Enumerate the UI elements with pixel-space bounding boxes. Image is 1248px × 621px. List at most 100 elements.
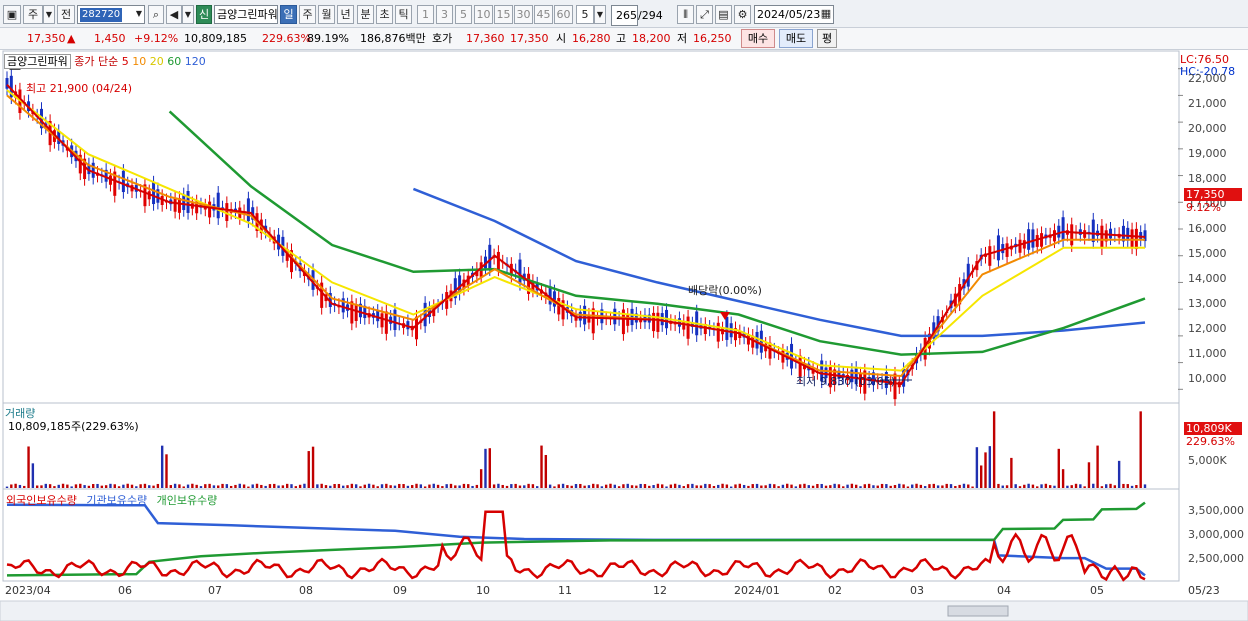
chart-toolbar: ▣ 주 ▼ 전 282720 ▼ ⌕ ◀ ▼ 신 금양그린파워 일 주 월 년 … (0, 0, 1248, 28)
volume-bar (579, 483, 582, 488)
volume-bar (678, 484, 681, 488)
scrollbar-thumb (947, 605, 1009, 617)
tab-tick[interactable]: 틱 (395, 5, 412, 24)
volume-bar (1079, 484, 1082, 488)
interval-1[interactable]: 1 (417, 5, 434, 24)
price-tick: 13,000 (1188, 297, 1227, 310)
speaker-dropdown-icon[interactable]: ▼ (182, 5, 194, 24)
volume-bar (79, 483, 82, 488)
tab-daily[interactable]: 일 (280, 5, 297, 24)
tab-second[interactable]: 초 (376, 5, 393, 24)
volume-bar (1023, 484, 1026, 488)
code-dropdown-icon[interactable]: ▼ (133, 5, 145, 24)
interval-15[interactable]: 15 (494, 5, 513, 24)
price-tick: 18,000 (1188, 172, 1227, 185)
gear-icon[interactable]: ⚙ (734, 5, 751, 24)
volume-bar (329, 485, 332, 488)
interval-30[interactable]: 30 (514, 5, 533, 24)
volume-bar (1048, 485, 1052, 488)
volume-bar (156, 483, 160, 488)
tab-minute[interactable]: 분 (357, 5, 374, 24)
candle-body (1027, 229, 1031, 250)
volume-bar (178, 484, 181, 488)
volume-bar (182, 486, 185, 488)
draw-tool-icon[interactable]: ⤢ (696, 5, 713, 24)
volume-bar (255, 483, 259, 488)
price-panel-frame (2, 50, 1180, 404)
prev-button[interactable]: 전 (57, 5, 75, 24)
x-tick: 02 (828, 584, 842, 597)
interval-3[interactable]: 3 (436, 5, 453, 24)
volume-bar (523, 485, 526, 488)
price-tick: 16,000 (1188, 222, 1227, 235)
volume-bar (53, 486, 56, 488)
volume-bar (70, 486, 73, 488)
volume-bar (148, 485, 151, 488)
candle-body (1057, 225, 1061, 238)
speaker-icon[interactable]: ◀ (166, 5, 182, 24)
volume-bar (592, 483, 595, 488)
interval-60[interactable]: 60 (554, 5, 573, 24)
candle-body (1130, 229, 1134, 248)
holding-tick: 3,500,000 (1188, 504, 1244, 517)
ma-legend-prefix: 종가 단순 (74, 55, 119, 68)
price-legend: 금양그린파워 종가 단순 5 10 20 60 120 (4, 53, 206, 69)
save-icon[interactable]: ▤ (715, 5, 732, 24)
stock-title: 금양그린파워 (4, 54, 71, 69)
candle-body (591, 308, 595, 334)
volume-bar (350, 483, 354, 488)
evaluate-button[interactable]: 평 (817, 29, 837, 48)
high-label: 고 (616, 32, 627, 45)
calendar-icon[interactable]: ▦ (818, 5, 834, 24)
candle-body (423, 302, 427, 327)
price-tick: 11,000 (1188, 347, 1227, 360)
price-tick: 22,000 (1188, 72, 1227, 85)
interval-5[interactable]: 5 (455, 5, 472, 24)
volume-bar (35, 485, 39, 488)
interval-45[interactable]: 45 (534, 5, 553, 24)
sell-button[interactable]: 매도 (779, 29, 813, 48)
interval-dropdown-icon[interactable]: ▼ (594, 5, 606, 24)
volume-bar (1044, 483, 1048, 488)
volume-bar (307, 451, 310, 488)
volume-bar (945, 483, 948, 488)
interval-10[interactable]: 10 (474, 5, 493, 24)
volume-bar (1053, 485, 1056, 488)
stock-chart[interactable]: 금양그린파워 종가 단순 5 10 20 60 120 최고 21,900 (0… (0, 50, 1248, 621)
candle-body (415, 316, 419, 340)
volume-bar (402, 484, 405, 488)
candle-body (1031, 229, 1035, 248)
tab-yearly[interactable]: 년 (337, 5, 354, 24)
candle-icon[interactable]: ⫴ (677, 5, 694, 24)
volume-bar (635, 485, 638, 488)
volume-bar (337, 483, 341, 488)
volume-bar (1036, 486, 1039, 488)
volume-bar (1109, 483, 1112, 488)
tab-weekly[interactable]: 주 (299, 5, 316, 24)
volume-bar (135, 486, 138, 488)
buy-button[interactable]: 매수 (741, 29, 775, 48)
volume-bar (816, 484, 819, 488)
volume-bar (699, 485, 703, 488)
volume-bar (764, 485, 767, 488)
volume-bar (359, 486, 362, 488)
chart-canvas[interactable] (0, 50, 1248, 621)
chevron-down-icon[interactable]: ▼ (43, 5, 55, 24)
volume-bar (14, 483, 17, 488)
volume-bar (40, 485, 43, 488)
volume-bar (738, 483, 742, 488)
search-icon[interactable]: ⌕ (148, 5, 164, 24)
volume-bar (1066, 485, 1069, 488)
window-icon[interactable]: ▣ (3, 5, 21, 24)
period-select-button[interactable]: 주 (23, 5, 43, 24)
volume-pct-tag: 229.63% (1186, 435, 1235, 448)
volume-bar (1061, 469, 1065, 488)
interval-input[interactable]: 5 (576, 5, 594, 24)
stock-name-field[interactable]: 금양그린파워 (214, 5, 278, 24)
volume-bar (755, 483, 759, 488)
volume-bar (380, 484, 384, 488)
volume-bar (234, 484, 237, 488)
tab-monthly[interactable]: 월 (318, 5, 335, 24)
volume-bar (833, 483, 836, 488)
volume-bar (548, 484, 552, 488)
